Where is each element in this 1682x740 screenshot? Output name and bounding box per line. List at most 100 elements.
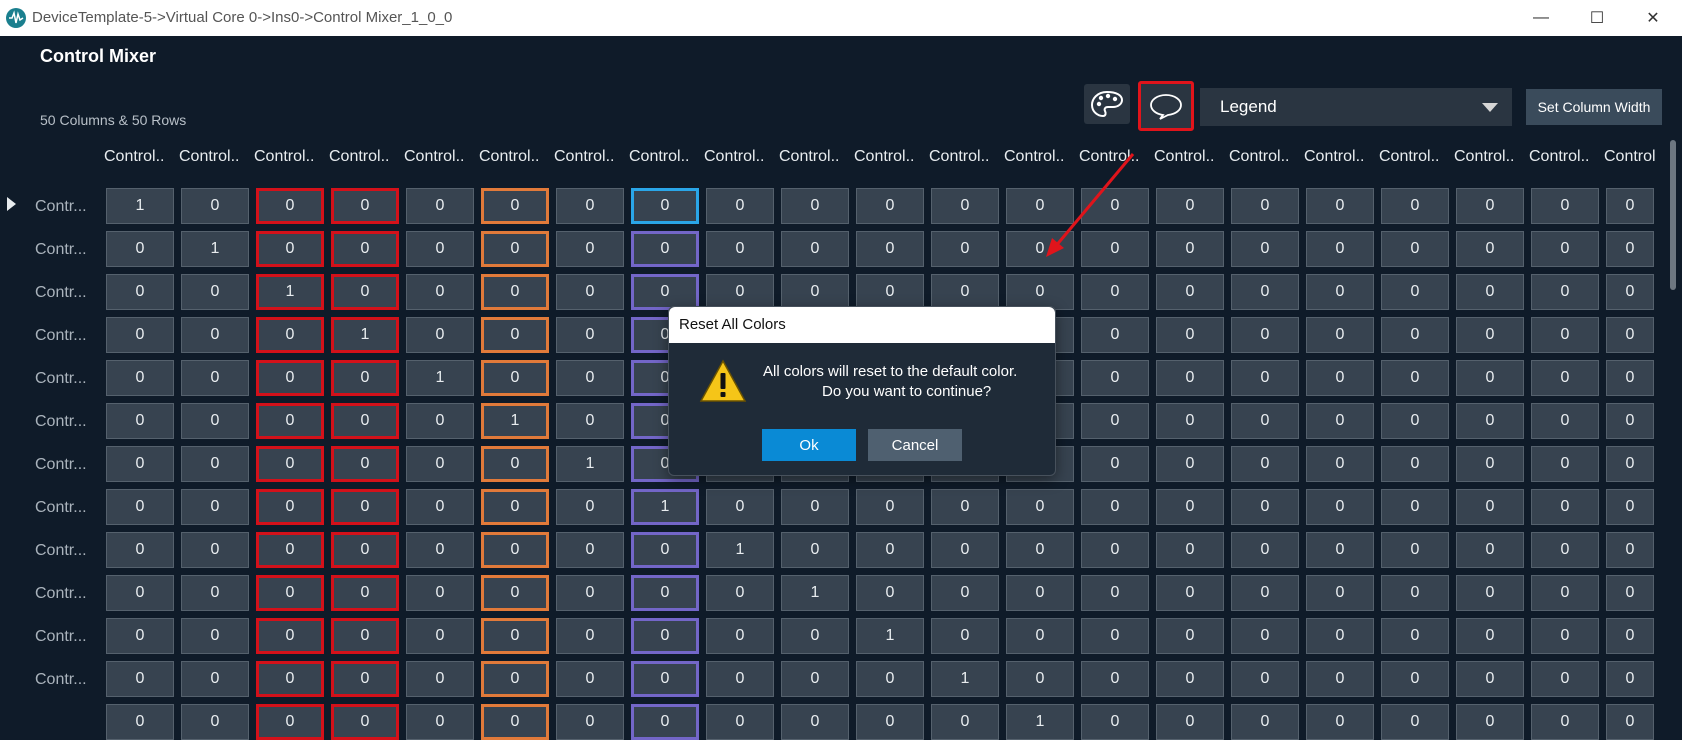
matrix-cell[interactable]: 0 — [1381, 446, 1449, 482]
matrix-cell[interactable]: 0 — [556, 575, 624, 611]
matrix-cell[interactable]: 0 — [931, 188, 999, 224]
matrix-cell[interactable]: 0 — [106, 575, 174, 611]
matrix-cell[interactable]: 0 — [1081, 618, 1149, 654]
matrix-cell[interactable]: 0 — [1156, 661, 1224, 697]
matrix-cell[interactable]: 0 — [406, 188, 474, 224]
matrix-cell[interactable]: 0 — [856, 489, 924, 525]
color-palette-button[interactable] — [1084, 84, 1130, 124]
column-header[interactable]: Control.. — [929, 148, 999, 166]
matrix-cell[interactable]: 0 — [1006, 274, 1074, 310]
matrix-cell[interactable]: 0 — [1231, 360, 1299, 396]
matrix-cell[interactable]: 0 — [406, 489, 474, 525]
matrix-cell[interactable]: 0 — [181, 661, 249, 697]
matrix-cell[interactable]: 0 — [106, 360, 174, 396]
matrix-cell[interactable]: 0 — [1531, 661, 1599, 697]
matrix-cell[interactable]: 1 — [256, 274, 324, 310]
matrix-cell[interactable]: 0 — [331, 704, 399, 740]
reset-colors-button[interactable] — [1138, 81, 1194, 131]
matrix-cell[interactable]: 0 — [481, 532, 549, 568]
matrix-cell[interactable]: 0 — [256, 231, 324, 267]
matrix-cell[interactable]: 0 — [631, 188, 699, 224]
matrix-cell[interactable]: 0 — [1231, 188, 1299, 224]
matrix-cell[interactable]: 0 — [1606, 446, 1654, 482]
matrix-cell[interactable]: 0 — [181, 446, 249, 482]
matrix-cell[interactable]: 0 — [181, 188, 249, 224]
matrix-cell[interactable]: 0 — [1381, 317, 1449, 353]
column-header[interactable]: Control.. — [704, 148, 774, 166]
matrix-cell[interactable]: 1 — [106, 188, 174, 224]
matrix-cell[interactable]: 0 — [481, 618, 549, 654]
matrix-cell[interactable]: 0 — [706, 661, 774, 697]
cancel-button[interactable]: Cancel — [868, 429, 962, 461]
matrix-cell[interactable]: 0 — [181, 360, 249, 396]
matrix-cell[interactable]: 0 — [1531, 575, 1599, 611]
matrix-cell[interactable]: 1 — [556, 446, 624, 482]
matrix-cell[interactable]: 0 — [1081, 274, 1149, 310]
matrix-cell[interactable]: 0 — [256, 575, 324, 611]
column-header[interactable]: Control.. — [329, 148, 399, 166]
column-header[interactable]: Control.. — [104, 148, 174, 166]
matrix-cell[interactable]: 0 — [106, 231, 174, 267]
matrix-cell[interactable]: 0 — [1456, 618, 1524, 654]
matrix-cell[interactable]: 0 — [1306, 360, 1374, 396]
matrix-cell[interactable]: 0 — [406, 618, 474, 654]
matrix-cell[interactable]: 0 — [706, 231, 774, 267]
matrix-cell[interactable]: 0 — [781, 274, 849, 310]
matrix-cell[interactable]: 0 — [406, 231, 474, 267]
matrix-cell[interactable]: 0 — [1531, 360, 1599, 396]
matrix-cell[interactable]: 0 — [556, 532, 624, 568]
matrix-cell[interactable]: 0 — [856, 532, 924, 568]
matrix-cell[interactable]: 0 — [256, 317, 324, 353]
matrix-cell[interactable]: 0 — [1531, 489, 1599, 525]
matrix-cell[interactable]: 0 — [1081, 360, 1149, 396]
matrix-cell[interactable]: 0 — [1231, 489, 1299, 525]
matrix-cell[interactable]: 0 — [256, 188, 324, 224]
matrix-cell[interactable]: 0 — [1606, 317, 1654, 353]
matrix-cell[interactable]: 0 — [256, 532, 324, 568]
matrix-cell[interactable]: 0 — [1381, 489, 1449, 525]
matrix-cell[interactable]: 0 — [631, 575, 699, 611]
matrix-cell[interactable]: 0 — [931, 274, 999, 310]
matrix-cell[interactable]: 0 — [481, 704, 549, 740]
matrix-cell[interactable]: 0 — [106, 317, 174, 353]
matrix-cell[interactable]: 0 — [556, 231, 624, 267]
matrix-cell[interactable]: 0 — [406, 532, 474, 568]
matrix-cell[interactable]: 0 — [1456, 274, 1524, 310]
matrix-cell[interactable]: 0 — [556, 661, 624, 697]
row-header[interactable]: Contr... — [35, 456, 87, 474]
matrix-cell[interactable]: 0 — [1156, 489, 1224, 525]
ok-button[interactable]: Ok — [762, 429, 856, 461]
matrix-cell[interactable]: 0 — [406, 403, 474, 439]
matrix-cell[interactable]: 0 — [1456, 489, 1524, 525]
matrix-cell[interactable]: 0 — [1156, 317, 1224, 353]
matrix-cell[interactable]: 0 — [931, 231, 999, 267]
matrix-cell[interactable]: 0 — [406, 704, 474, 740]
matrix-cell[interactable]: 0 — [1156, 403, 1224, 439]
matrix-cell[interactable]: 0 — [1531, 532, 1599, 568]
matrix-cell[interactable]: 0 — [481, 575, 549, 611]
matrix-cell[interactable]: 0 — [406, 661, 474, 697]
matrix-cell[interactable]: 0 — [1456, 532, 1524, 568]
row-header[interactable]: Contr... — [35, 413, 87, 431]
matrix-cell[interactable]: 1 — [706, 532, 774, 568]
matrix-cell[interactable]: 0 — [781, 618, 849, 654]
close-button[interactable]: ✕ — [1630, 4, 1676, 32]
matrix-cell[interactable]: 0 — [106, 446, 174, 482]
matrix-cell[interactable]: 0 — [1156, 231, 1224, 267]
matrix-cell[interactable]: 0 — [556, 403, 624, 439]
matrix-cell[interactable]: 0 — [256, 661, 324, 697]
matrix-cell[interactable]: 0 — [106, 274, 174, 310]
matrix-cell[interactable]: 0 — [1306, 575, 1374, 611]
column-header[interactable]: Control.. — [1079, 148, 1149, 166]
column-header[interactable]: Control.. — [1529, 148, 1599, 166]
matrix-cell[interactable]: 0 — [781, 704, 849, 740]
matrix-cell[interactable]: 0 — [1381, 704, 1449, 740]
matrix-cell[interactable]: 0 — [1606, 231, 1654, 267]
matrix-cell[interactable]: 0 — [631, 704, 699, 740]
matrix-cell[interactable]: 0 — [1531, 317, 1599, 353]
matrix-cell[interactable]: 0 — [1606, 661, 1654, 697]
matrix-cell[interactable]: 0 — [631, 231, 699, 267]
matrix-cell[interactable]: 0 — [556, 274, 624, 310]
matrix-cell[interactable]: 0 — [1081, 489, 1149, 525]
legend-dropdown[interactable]: Legend — [1200, 88, 1512, 126]
